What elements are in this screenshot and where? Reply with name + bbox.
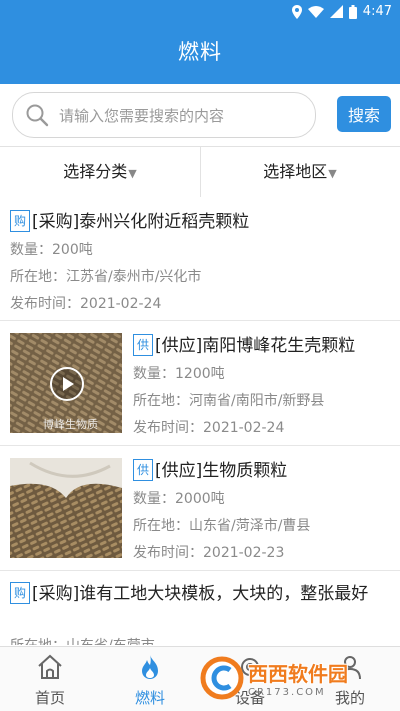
tab-fuel-label: 燃料 <box>134 689 165 707</box>
search-bar: 搜索 <box>0 84 400 146</box>
wifi-icon <box>307 5 324 18</box>
purchase-tag: 购 <box>10 210 30 232</box>
caret-down-icon: ▼ <box>128 167 137 180</box>
region-filter[interactable]: 选择地区▼ <box>200 147 400 197</box>
status-icons: 4:47 <box>291 4 392 19</box>
category-filter-label: 选择分类 <box>63 162 128 181</box>
tab-fuel[interactable]: 燃料 <box>100 647 200 711</box>
flame-icon <box>142 655 158 679</box>
list-item[interactable]: 购 [采购]泰州兴化附近稻壳颗粒 数量：200吨 所在地：江苏省/泰州市/兴化市 … <box>0 197 400 321</box>
filter-bar: 选择分类▼ 选择地区▼ <box>0 146 400 198</box>
tab-home[interactable]: 首页 <box>0 647 100 711</box>
tab-home-label: 首页 <box>34 689 65 707</box>
listing-video-thumbnail[interactable]: 博峰生物质 <box>10 333 122 433</box>
region-filter-label: 选择地区 <box>263 162 328 181</box>
list-item[interactable]: 供 [供应]生物质颗粒 数量：2000吨 所在地：山东省/菏泽市/曹县 发布时间：… <box>0 446 400 571</box>
page-title: 燃料 <box>0 24 400 84</box>
category-filter[interactable]: 选择分类▼ <box>0 147 200 197</box>
pellets-bag-image <box>10 458 122 558</box>
status-time: 4:47 <box>362 4 392 19</box>
listing-location: 所在地：河南省/南阳市/新野县 <box>133 393 325 409</box>
status-bar: 4:47 <box>0 0 400 24</box>
listing-title: 供 [供应]生物质颗粒 <box>133 456 287 481</box>
supply-tag: 供 <box>133 334 153 356</box>
search-input[interactable] <box>57 93 311 139</box>
purchase-tag: 购 <box>10 582 30 604</box>
listing-quantity: 数量：1200吨 <box>133 366 225 382</box>
list-item[interactable]: 购[采购]谁有工地大块模板，大块的，整张最好 所在地：山东省/东营市 <box>0 571 400 645</box>
listing-location: 所在地：山东省/东营市 <box>10 635 155 645</box>
listing-date: 发布时间：2021-02-23 <box>133 545 285 561</box>
listing-title: 供 [供应]南阳博峰花生壳颗粒 <box>133 331 355 356</box>
listing-quantity: 数量：200吨 <box>10 242 93 258</box>
listing-title: 购 [采购]泰州兴化附近稻壳颗粒 <box>10 207 249 232</box>
list-item[interactable]: 博峰生物质 供 [供应]南阳博峰花生壳颗粒 数量：1200吨 所在地：河南省/南阳… <box>0 321 400 446</box>
listing-thumbnail[interactable] <box>10 458 122 558</box>
listing-title: 购 [采购]谁有工地大块模板，大块的，整张最好 <box>10 579 368 604</box>
watermark-text: 西西软件园 <box>248 662 348 686</box>
supply-tag: 供 <box>133 459 153 481</box>
signal-icon <box>329 5 343 18</box>
watermark-subtext: CR173.COM <box>248 687 326 698</box>
search-icon <box>26 104 49 127</box>
battery-icon <box>348 4 357 19</box>
image-watermark: 博峰生物质 <box>43 418 98 431</box>
caret-down-icon: ▼ <box>328 167 337 180</box>
location-icon <box>291 4 302 19</box>
listing-date: 发布时间：2021-02-24 <box>10 296 162 312</box>
listing-location: 所在地：江苏省/泰州市/兴化市 <box>10 269 202 285</box>
site-watermark-logo: 西西软件园 CR173.COM <box>200 655 386 701</box>
search-box[interactable] <box>12 92 316 139</box>
listing-list: 购 [采购]泰州兴化附近稻壳颗粒 数量：200吨 所在地：江苏省/泰州市/兴化市 … <box>0 197 400 645</box>
watermark-logo-icon <box>200 656 244 700</box>
home-icon <box>38 654 62 679</box>
play-icon[interactable] <box>50 367 84 401</box>
listing-date: 发布时间：2021-02-24 <box>133 420 285 436</box>
search-button[interactable]: 搜索 <box>337 96 391 132</box>
listing-quantity: 数量：2000吨 <box>133 491 225 507</box>
listing-location: 所在地：山东省/菏泽市/曹县 <box>133 518 311 534</box>
